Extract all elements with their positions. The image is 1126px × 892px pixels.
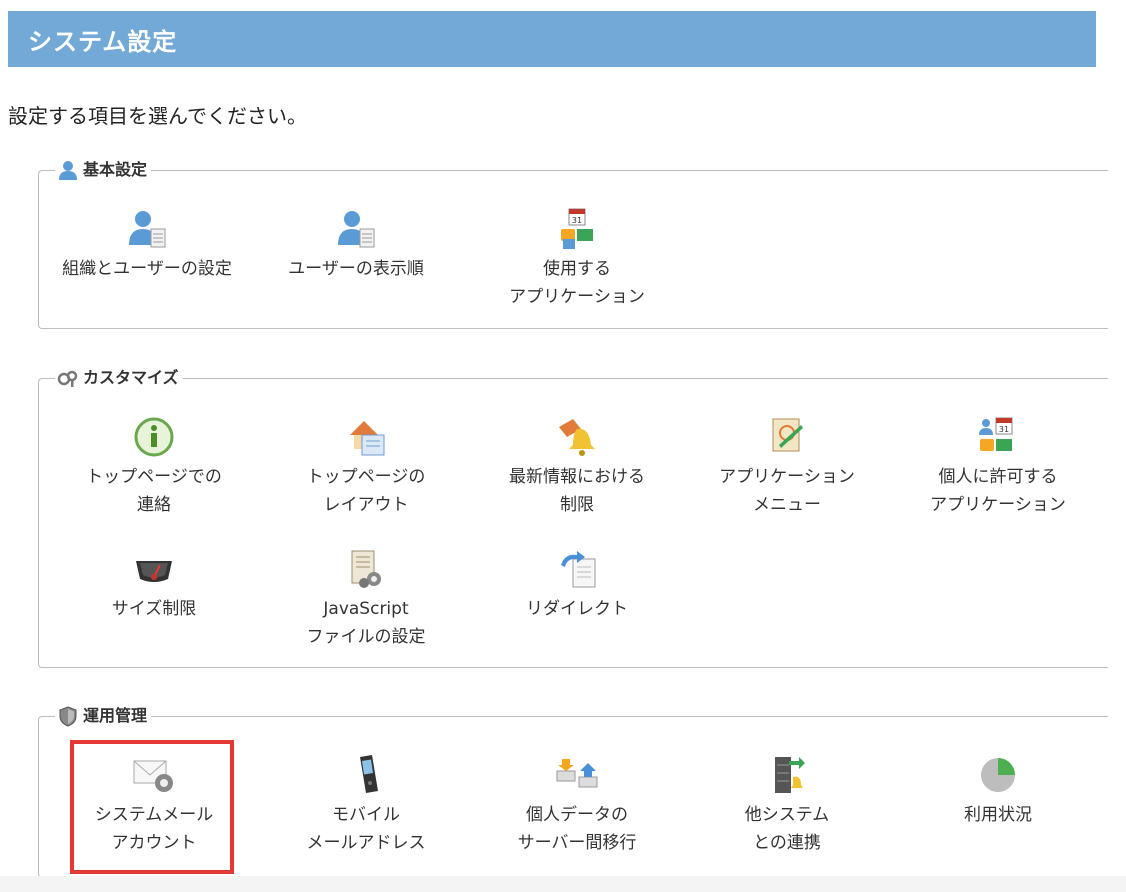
section-basic-settings: 基本設定 組織とユーザーの設定 ユーザーの表示順 31 使用する アプリケーショ… xyxy=(38,159,1108,329)
item-organization-users[interactable]: 組織とユーザーの設定 xyxy=(47,207,247,283)
item-other-system-integration[interactable]: 他システム との連携 xyxy=(687,753,887,857)
section-title: カスタマイズ xyxy=(83,368,179,387)
script-file-icon xyxy=(351,550,381,588)
section-legend-customize: カスタマイズ xyxy=(55,367,183,389)
item-label: トップページの レイアウト xyxy=(306,467,426,515)
customize-icon xyxy=(57,370,78,387)
item-top-page-layout[interactable]: トップページの レイアウト xyxy=(266,415,466,519)
item-user-display-order[interactable]: ユーザーの表示順 xyxy=(256,207,456,283)
home-layout-icon xyxy=(350,421,385,456)
item-javascript-files[interactable]: JavaScript ファイルの設定 xyxy=(266,547,466,651)
section-title: 基本設定 xyxy=(83,160,148,179)
section-customize: カスタマイズ トップページでの 連絡 トップページの レイアウト 最新情報におけ… xyxy=(38,367,1108,668)
item-label: JavaScript ファイルの設定 xyxy=(306,599,426,647)
section-legend-operations: 運用管理 xyxy=(55,705,152,727)
item-mobile-mail-address[interactable]: モバイル メールアドレス xyxy=(266,753,466,857)
data-transfer-icon xyxy=(556,759,598,788)
svg-text:31: 31 xyxy=(572,216,582,225)
page-title: システム設定 xyxy=(28,27,178,56)
highlight-box xyxy=(70,740,234,874)
item-label: 最新情報における 制限 xyxy=(509,467,645,515)
svg-text:31: 31 xyxy=(999,425,1009,434)
item-personal-applications[interactable]: 31 個人に許可する アプリケーション xyxy=(898,415,1098,519)
user-list-icon xyxy=(129,211,166,248)
item-size-restriction[interactable]: サイズ制限 xyxy=(54,547,254,623)
item-applications[interactable]: 31 使用する アプリケーション xyxy=(477,207,677,311)
item-redirect[interactable]: リダイレクト xyxy=(477,547,677,623)
item-personal-data-migration[interactable]: 個人データの サーバー間移行 xyxy=(477,753,677,857)
item-application-menu[interactable]: アプリケーション メニュー xyxy=(687,415,887,519)
item-label: 他システム との連携 xyxy=(744,805,830,853)
personal-apps-icon: 31 xyxy=(979,417,1013,451)
item-label: 利用状況 xyxy=(964,805,1032,825)
gauge-icon xyxy=(136,561,172,582)
item-top-page-notice[interactable]: トップページでの 連絡 xyxy=(54,415,254,519)
item-label: トップページでの 連絡 xyxy=(86,467,222,515)
mobile-phone-icon xyxy=(360,755,378,793)
redirect-icon xyxy=(561,551,596,588)
item-label: 組織とユーザーの設定 xyxy=(62,259,232,279)
item-label: 使用する アプリケーション xyxy=(509,259,645,307)
item-label: ユーザーの表示順 xyxy=(288,259,424,279)
item-label: 個人データの サーバー間移行 xyxy=(517,805,637,853)
section-title: 運用管理 xyxy=(83,706,148,725)
bell-restriction-icon xyxy=(559,419,595,456)
intro-text: 設定する項目を選んでください。 xyxy=(8,104,307,128)
item-label: モバイル メールアドレス xyxy=(306,805,426,853)
pie-chart-icon xyxy=(981,758,1015,792)
item-label: アプリケーション メニュー xyxy=(719,467,855,515)
header-bar: システム設定 xyxy=(8,11,1096,67)
user-icon xyxy=(59,161,77,180)
shield-icon xyxy=(59,706,77,727)
item-news-restriction[interactable]: 最新情報における 制限 xyxy=(477,415,677,519)
applications-icon: 31 xyxy=(561,208,593,249)
item-label: 個人に許可する アプリケーション xyxy=(930,467,1066,515)
info-icon xyxy=(134,417,174,457)
app-menu-icon xyxy=(772,418,803,452)
item-usage-status[interactable]: 利用状況 xyxy=(898,753,1098,829)
page-bottom-edge xyxy=(0,876,1126,892)
item-label: リダイレクト xyxy=(526,599,628,619)
section-legend-basic: 基本設定 xyxy=(55,159,152,181)
user-list-icon xyxy=(338,211,375,248)
server-link-icon xyxy=(775,757,805,793)
item-label: サイズ制限 xyxy=(111,599,197,619)
